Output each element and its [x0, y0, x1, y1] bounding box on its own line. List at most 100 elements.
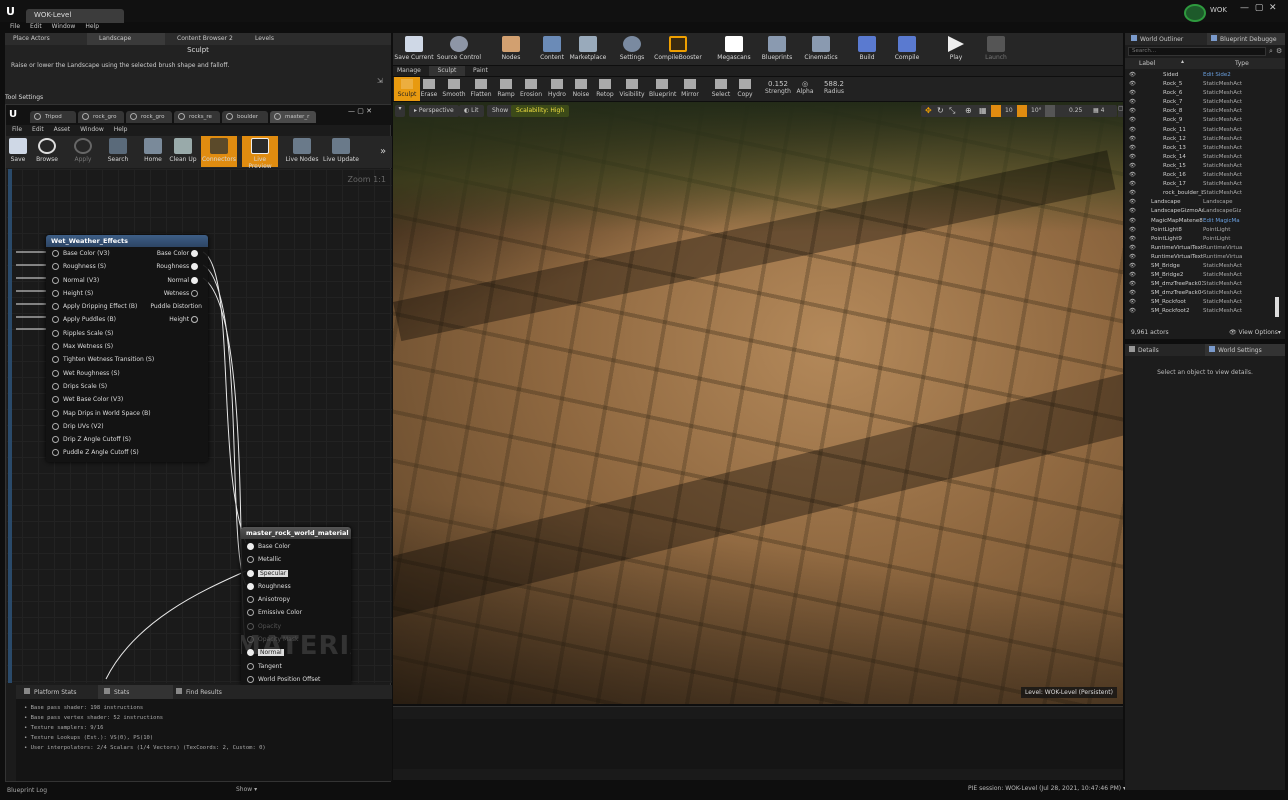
outliner-row[interactable]: 👁 PointLight9 PointLight: [1125, 235, 1279, 244]
visibility-eye-icon[interactable]: 👁: [1129, 116, 1137, 125]
wet-weather-effects-node[interactable]: Wet_Weather_Effects Base Color (V3) Roug…: [46, 235, 208, 462]
material-input[interactable]: Metallic: [241, 553, 351, 566]
visibility-eye-icon[interactable]: 👁: [1129, 271, 1137, 280]
outliner-row[interactable]: 👁 Rock_15 StaticMeshAct: [1125, 162, 1279, 171]
outliner-row[interactable]: 👁 SM_dmzTreePack01_BoStaticMeshAct: [1125, 280, 1279, 289]
tool-select[interactable]: Select: [708, 79, 734, 98]
tab-platform-stats[interactable]: Platform Stats: [24, 688, 77, 696]
visibility-eye-icon[interactable]: 👁: [1129, 153, 1137, 162]
maximize-viewport-icon[interactable]: ▢: [1118, 105, 1123, 117]
outliner-row[interactable]: 👁 Rock_5 StaticMeshAct: [1125, 80, 1279, 89]
tab-stats[interactable]: Stats: [98, 685, 173, 699]
visibility-eye-icon[interactable]: 👁: [1129, 198, 1137, 207]
outliner-row[interactable]: 👁 PointLight8 PointLight: [1125, 226, 1279, 235]
visibility-eye-icon[interactable]: 👁: [1129, 307, 1137, 316]
visibility-eye-icon[interactable]: 👁: [1129, 71, 1137, 80]
outliner-row[interactable]: 👁 RuntimeVirtualTextureVRuntimeVirtua: [1125, 253, 1279, 262]
visibility-eye-icon[interactable]: 👁: [1129, 89, 1137, 98]
node-output[interactable]: Base Color: [138, 247, 208, 260]
tool-visibility[interactable]: Visibility: [619, 79, 645, 98]
node-input[interactable]: Max Wetness (S): [46, 340, 156, 353]
settings-gear-icon[interactable]: ⚙: [1276, 47, 1282, 55]
tab-details[interactable]: Details: [1129, 346, 1159, 354]
cinematics-button[interactable]: Cinematics: [796, 36, 846, 61]
col-type[interactable]: Type: [1235, 60, 1249, 67]
source-control-button[interactable]: Source Control: [434, 36, 484, 61]
rotation-snap-icon[interactable]: [1017, 105, 1027, 117]
save-current-button[interactable]: Save Current: [389, 36, 439, 61]
asset-tab-boulder[interactable]: boulder: [222, 111, 268, 123]
outliner-row[interactable]: 👁 SM_dmzTreePack04_BoStaticMeshAct: [1125, 289, 1279, 298]
search-icon[interactable]: ⌕: [1269, 47, 1273, 56]
tab-manage[interactable]: Manage: [397, 67, 421, 74]
pin-icon[interactable]: ⇲: [377, 77, 383, 85]
outliner-row[interactable]: 👁 Rock_17 StaticMeshAct: [1125, 180, 1279, 189]
visibility-eye-icon[interactable]: 👁: [1129, 207, 1137, 216]
viewport[interactable]: ▾ ▸ Perspective ◐ Lit Show Scalability: …: [393, 102, 1123, 704]
visibility-eye-icon[interactable]: 👁: [1129, 244, 1137, 253]
node-output[interactable]: Puddle Distortion: [138, 300, 208, 324]
marketplace-button[interactable]: Marketplace: [563, 36, 613, 61]
asset-tab-tripod[interactable]: Tripod: [30, 111, 76, 123]
editor-menu-edit[interactable]: Edit: [32, 126, 44, 133]
node-input[interactable]: Wet Roughness (S): [46, 367, 156, 380]
scale-icon[interactable]: ⤡: [949, 106, 955, 116]
settings-button[interactable]: Settings: [607, 36, 657, 61]
viewport-menu-icon[interactable]: ▾: [395, 105, 405, 117]
visibility-eye-icon[interactable]: 👁: [1129, 280, 1137, 289]
visibility-eye-icon[interactable]: 👁: [1129, 135, 1137, 144]
tool-blueprint[interactable]: Blueprint: [649, 79, 676, 98]
outliner-search-input[interactable]: Search...: [1128, 47, 1266, 56]
scalability-warning[interactable]: Scalability: High: [511, 105, 570, 117]
tool-retop[interactable]: Retop: [592, 79, 618, 98]
toolbar-overflow-icon[interactable]: »: [380, 146, 386, 157]
asset-tab-master-r[interactable]: master_r: [270, 111, 316, 123]
show-button[interactable]: Show: [487, 105, 514, 117]
outliner-row[interactable]: 👁 Rock_9 StaticMeshAct: [1125, 116, 1279, 125]
editor-window-controls[interactable]: — ▢ ✕: [348, 107, 372, 115]
camera-speed-value[interactable]: 0.25: [1069, 107, 1082, 114]
lit-button[interactable]: ◐ Lit: [459, 105, 484, 117]
live-update-button[interactable]: Live Update: [316, 138, 366, 163]
node-input[interactable]: Wet Base Color (V3): [46, 393, 156, 406]
tool-noise[interactable]: Noise: [568, 79, 594, 98]
tool-hydro[interactable]: Hydro: [544, 79, 570, 98]
tab-paint[interactable]: Paint: [473, 67, 488, 74]
material-input[interactable]: World Position Offset: [241, 673, 351, 685]
material-input[interactable]: Tangent: [241, 660, 351, 673]
menu-help[interactable]: Help: [85, 23, 99, 30]
tab-world-settings[interactable]: World Settings: [1205, 344, 1285, 356]
visibility-eye-icon[interactable]: 👁: [1129, 262, 1137, 271]
outliner-row[interactable]: 👁 Landscape Landscape: [1125, 198, 1279, 207]
material-input[interactable]: Specular: [241, 567, 351, 580]
outliner-row[interactable]: 👁 Rock_12 StaticMeshAct: [1125, 135, 1279, 144]
view-options-button[interactable]: 👁 View Options▾: [1229, 329, 1281, 336]
tool-smooth[interactable]: Smooth: [441, 79, 467, 98]
node-input[interactable]: Map Drips in World Space (B): [46, 407, 156, 420]
menu-edit[interactable]: Edit: [30, 23, 42, 30]
menu-file[interactable]: File: [10, 23, 20, 30]
node-output[interactable]: Height: [138, 313, 208, 326]
outliner-row[interactable]: 👁 Rock_8 StaticMeshAct: [1125, 107, 1279, 116]
mode-levels[interactable]: Levels: [255, 35, 274, 42]
mode-place-actors[interactable]: Place Actors: [13, 35, 50, 42]
rotation-snap-value[interactable]: 10°: [1031, 107, 1042, 114]
editor-menu-window[interactable]: Window: [80, 126, 104, 133]
show-filter[interactable]: Show ▾: [236, 786, 257, 793]
visibility-eye-icon[interactable]: 👁: [1129, 289, 1137, 298]
material-input[interactable]: Anisotropy: [241, 593, 351, 606]
node-input[interactable]: Drip UVs (V2): [46, 420, 156, 433]
visibility-eye-icon[interactable]: 👁: [1129, 107, 1137, 116]
visibility-eye-icon[interactable]: 👁: [1129, 235, 1137, 244]
outliner-row[interactable]: 👁 RuntimeVirtualTextureRuntimeVirtua: [1125, 244, 1279, 253]
rotate-icon[interactable]: ↻: [937, 106, 944, 115]
compile-booster-button[interactable]: CompileBooster: [653, 36, 703, 61]
outliner-row[interactable]: 👁 SM_Rockfoot StaticMeshAct: [1125, 298, 1279, 307]
tool-mirror[interactable]: Mirror: [677, 79, 703, 98]
material-input[interactable]: Roughness: [241, 580, 351, 593]
asset-tab-rock-gro-2[interactable]: rock_gro: [126, 111, 172, 123]
sort-icon[interactable]: ▴: [1181, 58, 1184, 65]
visibility-eye-icon[interactable]: 👁: [1129, 80, 1137, 89]
tool-ramp[interactable]: Ramp: [493, 79, 519, 98]
outliner-row[interactable]: 👁 Rock_11 StaticMeshAct: [1125, 126, 1279, 135]
